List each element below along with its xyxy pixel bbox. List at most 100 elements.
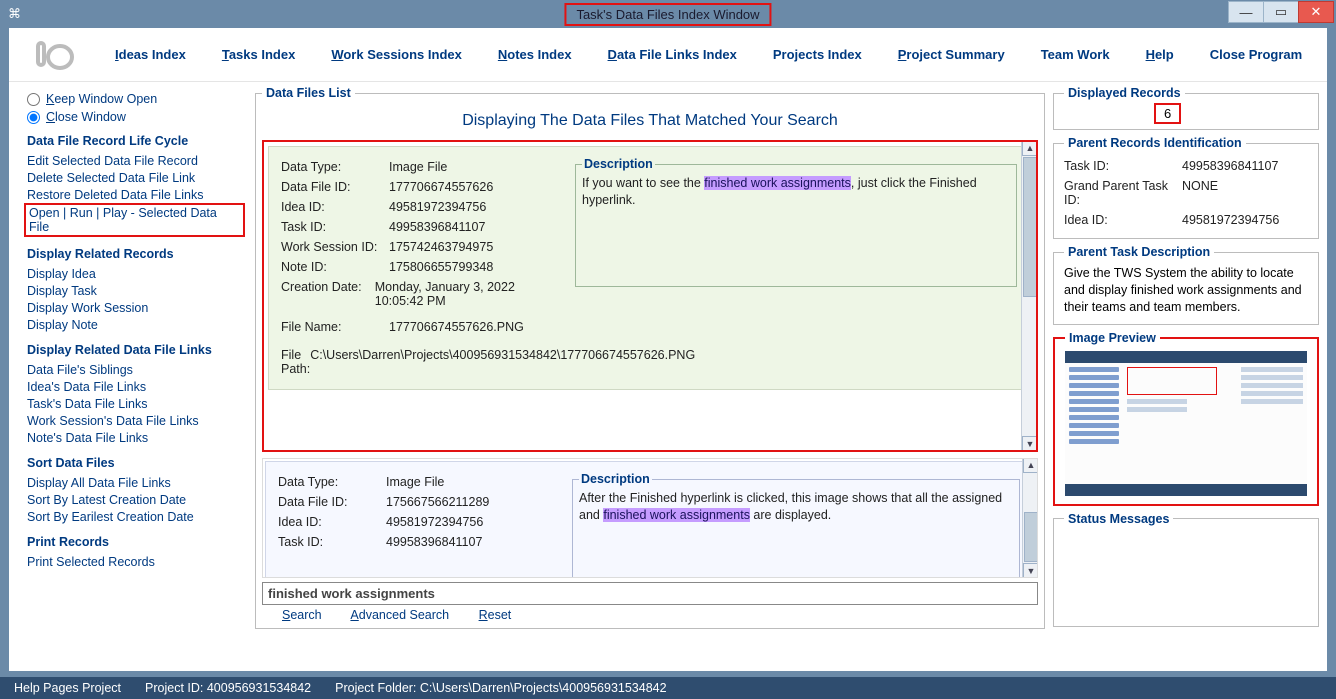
status-project-folder: Project Folder: C:\Users\Darren\Projects… — [335, 681, 666, 695]
status-project-id: Project ID: 400956931534842 — [145, 681, 311, 695]
link-idea-dfl[interactable]: Idea's Data File Links — [27, 378, 245, 395]
search-highlight: finished work assignments — [603, 508, 750, 522]
image-preview-box: Image Preview — [1053, 331, 1319, 506]
nav-tasks-index[interactable]: Tasks Index — [222, 47, 295, 62]
link-delete-selected[interactable]: Delete Selected Data File Link — [27, 169, 245, 186]
nav-work-sessions-index[interactable]: Work Sessions Index — [331, 47, 462, 62]
scroll-up-icon[interactable]: ▲ — [1022, 140, 1038, 156]
heading-sort: Sort Data Files — [27, 456, 245, 470]
link-display-note[interactable]: Display Note — [27, 316, 245, 333]
scroll-thumb[interactable] — [1024, 512, 1038, 562]
link-display-all[interactable]: Display All Data File Links — [27, 474, 245, 491]
scroll-down-icon[interactable]: ▼ — [1023, 563, 1038, 578]
nav-help[interactable]: Help — [1146, 47, 1174, 62]
displayed-records-box: Displayed Records 6 — [1053, 86, 1319, 130]
nav-project-summary[interactable]: Project Summary — [898, 47, 1005, 62]
image-preview — [1065, 351, 1307, 496]
link-display-work-session[interactable]: Display Work Session — [27, 299, 245, 316]
window-title: Task's Data Files Index Window — [564, 3, 771, 26]
displayed-records-legend: Displayed Records — [1064, 86, 1185, 100]
keep-window-open-radio[interactable] — [27, 93, 40, 106]
heading-related-dfl: Display Related Data File Links — [27, 343, 245, 357]
displayed-records-value: 6 — [1154, 103, 1181, 124]
nav-team-work[interactable]: Team Work — [1041, 47, 1110, 62]
scroll-down-icon[interactable]: ▼ — [1022, 436, 1038, 452]
main-panel: Data Files List Displaying The Data File… — [251, 82, 1049, 671]
label-creation: Creation Date: — [281, 280, 375, 308]
app-logo-icon — [29, 38, 79, 72]
minimize-button[interactable]: — — [1228, 1, 1264, 23]
desc-text: If you want to see the finished work ass… — [582, 175, 1010, 209]
scroll-thumb[interactable] — [1023, 157, 1038, 297]
heading-related-records: Display Related Records — [27, 247, 245, 261]
records-scrollbar[interactable]: ▲ ▼ — [1021, 140, 1038, 452]
value-note-id: 175806655799348 — [389, 260, 493, 274]
search-button[interactable]: Search — [282, 608, 322, 622]
link-edit-selected[interactable]: Edit Selected Data File Record — [27, 152, 245, 169]
close-window-radio[interactable] — [27, 111, 40, 124]
status-bar: Help Pages Project Project ID: 400956931… — [0, 677, 1336, 699]
value-task-id: 49958396841107 — [389, 220, 485, 234]
nav-projects-index[interactable]: Projects Index — [773, 47, 862, 62]
parent-ids-box: Parent Records Identification Task ID:49… — [1053, 136, 1319, 239]
records-list: Data Type:Image File Data File ID:177706… — [262, 140, 1038, 452]
heading-print: Print Records — [27, 535, 245, 549]
parent-ids-legend: Parent Records Identification — [1064, 136, 1246, 150]
titlebar: ⌘ Task's Data Files Index Window — ▭ ✕ — [0, 0, 1336, 28]
close-window-label: Close Window — [46, 110, 126, 124]
records2-scrollbar[interactable]: ▲ ▼ — [1022, 458, 1038, 578]
advanced-search-button[interactable]: Advanced Search — [350, 608, 449, 622]
list-heading: Displaying The Data Files That Matched Y… — [262, 106, 1038, 140]
record-card[interactable]: Data Type:Image File Data File ID:175667… — [265, 461, 1035, 578]
label-file-name: File Name: — [281, 320, 389, 334]
link-task-dfl[interactable]: Task's Data File Links — [27, 395, 245, 412]
label-file-path: File Path: — [281, 348, 310, 376]
reset-button[interactable]: Reset — [479, 608, 512, 622]
label-idea-id: Idea ID: — [281, 200, 389, 214]
desc-legend: Description — [582, 157, 655, 171]
link-display-idea[interactable]: Display Idea — [27, 265, 245, 282]
label-data-type: Data Type: — [281, 160, 389, 174]
status-messages-legend: Status Messages — [1064, 512, 1173, 526]
link-open-run-play[interactable]: Open | Run | Play - Selected Data File — [24, 203, 245, 237]
link-restore-deleted[interactable]: Restore Deleted Data File Links — [27, 186, 245, 203]
value-file-name: 177706674557626.PNG — [389, 320, 524, 334]
value-dfid: 177706674557626 — [389, 180, 493, 194]
status-messages-box: Status Messages — [1053, 512, 1319, 627]
nav-close-program[interactable]: Close Program — [1210, 47, 1302, 62]
link-siblings[interactable]: Data File's Siblings — [27, 361, 245, 378]
records-list-continued: Data Type:Image File Data File ID:175667… — [262, 458, 1038, 578]
grand-parent-task-id: NONE — [1182, 179, 1218, 207]
nav-notes-index[interactable]: Notes Index — [498, 47, 572, 62]
maximize-button[interactable]: ▭ — [1263, 1, 1299, 23]
parent-desc-legend: Parent Task Description — [1064, 245, 1214, 259]
label-task-id: Task ID: — [281, 220, 389, 234]
top-nav: Ideas Index Tasks Index Work Sessions In… — [9, 28, 1327, 82]
nav-data-file-links-index[interactable]: Data File Links Index — [608, 47, 737, 62]
sidebar: Keep Window Open Close Window Data File … — [9, 82, 251, 671]
nav-ideas-index[interactable]: Ideas Index — [115, 47, 186, 62]
app-icon: ⌘ — [8, 6, 26, 22]
link-print-selected[interactable]: Print Selected Records — [27, 553, 245, 570]
parent-idea-id: 49581972394756 — [1182, 213, 1279, 227]
link-sort-latest[interactable]: Sort By Latest Creation Date — [27, 491, 245, 508]
record-card[interactable]: Data Type:Image File Data File ID:177706… — [268, 146, 1032, 390]
search-input[interactable] — [262, 582, 1038, 605]
status-messages-area — [1064, 532, 1308, 618]
status-help-project: Help Pages Project — [14, 681, 121, 695]
value-ws-id: 175742463794975 — [389, 240, 493, 254]
search-highlight: finished work assignments — [704, 176, 851, 190]
value-creation: Monday, January 3, 2022 10:05:42 PM — [375, 280, 561, 308]
right-panel: Displayed Records 6 Parent Records Ident… — [1049, 82, 1327, 671]
close-button[interactable]: ✕ — [1298, 1, 1334, 23]
label-note-id: Note ID: — [281, 260, 389, 274]
value-data-type: Image File — [389, 160, 447, 174]
scroll-up-icon[interactable]: ▲ — [1023, 458, 1038, 473]
data-files-list-legend: Data Files List — [262, 86, 355, 100]
link-display-task[interactable]: Display Task — [27, 282, 245, 299]
parent-desc-box: Parent Task Description Give the TWS Sys… — [1053, 245, 1319, 325]
link-ws-dfl[interactable]: Work Session's Data File Links — [27, 412, 245, 429]
link-sort-earliest[interactable]: Sort By Earilest Creation Date — [27, 508, 245, 525]
parent-task-id: 49958396841107 — [1182, 159, 1278, 173]
link-note-dfl[interactable]: Note's Data File Links — [27, 429, 245, 446]
